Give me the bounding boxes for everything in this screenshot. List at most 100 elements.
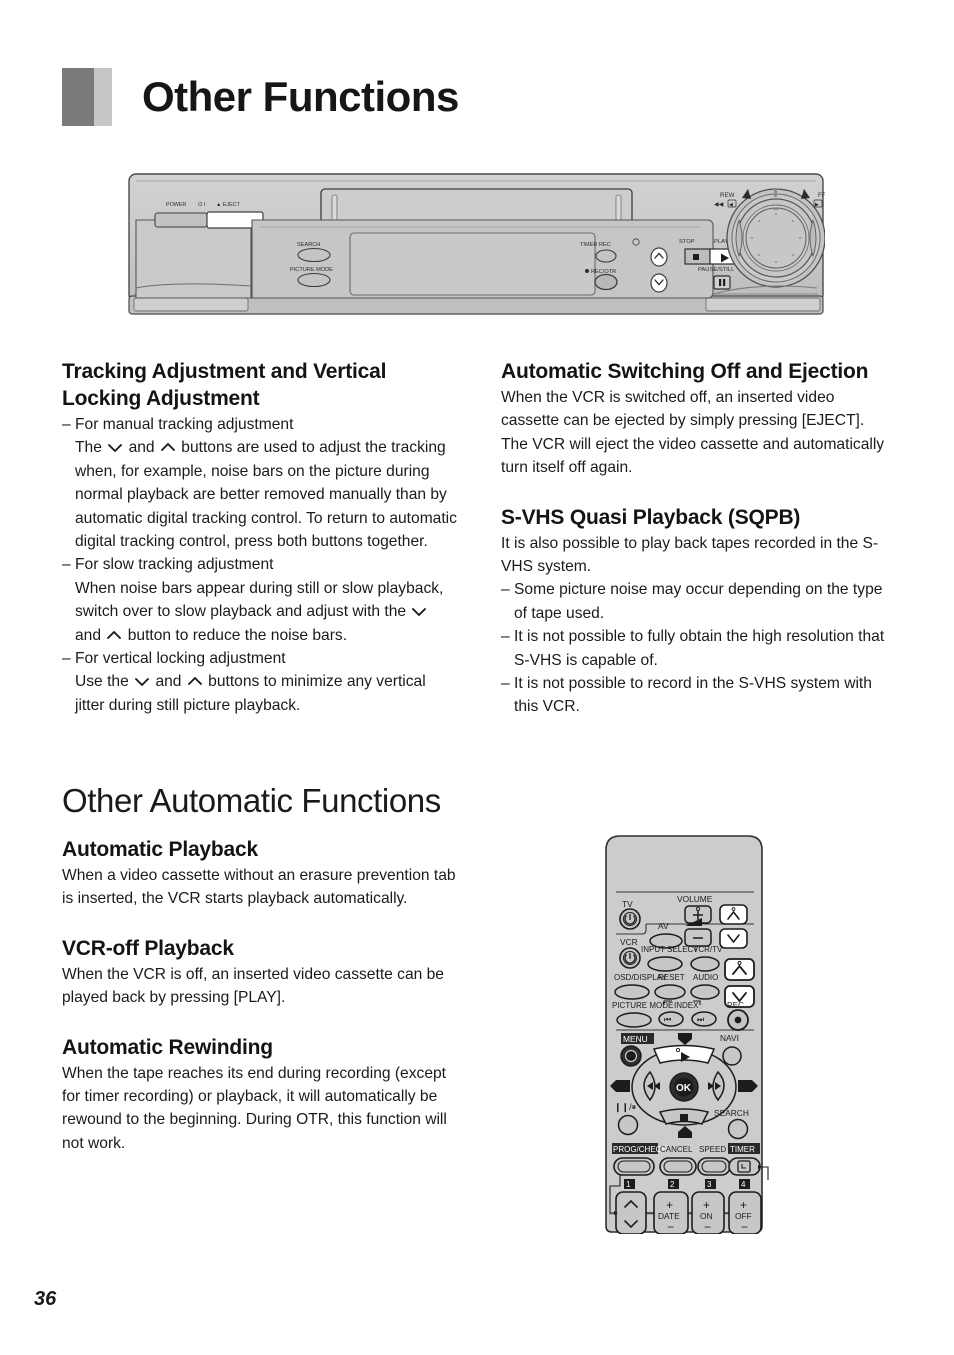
- vcr-label-picture-mode: PICTURE MODE: [290, 267, 333, 273]
- remote-label-tv: TV: [622, 899, 633, 909]
- remote-control-illustration: TV VOLUME AV VCR INPUT SELECT VCR/TV OSD…: [592, 834, 776, 1234]
- right-text-column: Automatic Switching Off and Ejection Whe…: [501, 358, 893, 719]
- svg-text:−: −: [667, 1220, 674, 1234]
- svg-text:⏻ I: ⏻ I: [198, 201, 205, 208]
- vcr-label-play: PLAY: [714, 239, 729, 245]
- lower-text-column: Automatic Playback When a video cassette…: [62, 836, 462, 1155]
- list-item-text: Some picture noise may occur depending o…: [514, 581, 883, 622]
- vcr-label-rew: REW: [720, 192, 735, 199]
- vcr-label-pause-still: PAUSE/STILL: [698, 267, 735, 273]
- dash-marker: –: [501, 628, 510, 646]
- svg-text:▶: ▶: [815, 202, 819, 208]
- list-item-body-mid: and: [155, 673, 182, 691]
- remote-label-vcr: VCR: [620, 937, 638, 947]
- automatic-rewinding-heading: Automatic Rewinding: [62, 1035, 273, 1059]
- remote-label-rec: REC: [727, 1001, 744, 1010]
- page-number: 36: [34, 1288, 57, 1310]
- automatic-rewinding-body: When the tape reaches its end during rec…: [62, 1064, 447, 1152]
- chevron-down-icon: [411, 601, 427, 617]
- svg-text:+: +: [740, 1198, 747, 1212]
- list-item-body-mid: and: [75, 626, 102, 644]
- remote-label-num3: 3: [707, 1180, 712, 1189]
- list-item-body-before: When noise bars appear during still or s…: [75, 579, 444, 621]
- left-text-column: Tracking Adjustment and Vertical Locking…: [62, 358, 458, 717]
- list-item: – For vertical locking adjustment Use the…: [62, 647, 458, 717]
- remote-label-num1: 1: [626, 1180, 631, 1189]
- remote-label-menu: MENU: [623, 1034, 648, 1044]
- list-item-body-after: button to reduce the noise bars.: [127, 626, 348, 644]
- chevron-up-icon: [106, 625, 122, 639]
- left-column-heading: Tracking Adjustment and Vertical Locking…: [62, 360, 387, 410]
- vcr-label-rec-otr: REC/OTR: [591, 269, 616, 275]
- list-item: – For manual tracking adjustment The and …: [62, 413, 458, 553]
- remote-label-input-select: INPUT SELECT: [641, 945, 698, 954]
- remote-label-audio: AUDIO: [693, 973, 718, 982]
- page-title-bar: Other Functions: [62, 66, 459, 128]
- index-forward-icon: ⏭: [697, 1015, 704, 1024]
- remote-label-index: INDEX: [674, 1001, 699, 1010]
- remote-label-speed: SPEED: [699, 1145, 726, 1154]
- title-accent-block-light: [94, 68, 112, 126]
- list-item-title: For slow tracking adjustment: [75, 556, 274, 574]
- chevron-down-icon: [134, 671, 150, 687]
- list-item: – Some picture noise may occur depending …: [501, 578, 893, 625]
- remote-label-ok: OK: [676, 1083, 692, 1094]
- vcr-label-timer-rec: TIMER REC: [580, 242, 611, 248]
- dash-marker: –: [501, 581, 510, 599]
- remote-label-cancel: CANCEL: [660, 1145, 693, 1154]
- remote-label-av: AV: [658, 921, 669, 931]
- remote-label-search: SEARCH: [714, 1108, 749, 1118]
- index-rewind-icon: ⏮: [664, 1015, 671, 1024]
- remote-label-reset: RESET: [658, 973, 685, 982]
- vcr-label-stop: STOP: [679, 239, 695, 245]
- remote-label-vcr-tv: VCR/TV: [693, 945, 723, 954]
- vcr-label-power: POWER: [166, 202, 186, 208]
- list-item-text: It is not possible to record in the S-VH…: [514, 675, 872, 716]
- vcr-label-ff: FF: [818, 192, 825, 199]
- dash-marker: –: [501, 675, 510, 693]
- remote-label-timer: TIMER: [730, 1145, 755, 1154]
- vcr-label-search: SEARCH: [297, 242, 320, 248]
- other-automatic-functions-heading: Other Automatic Functions: [62, 782, 441, 819]
- svg-text:−: −: [704, 1220, 711, 1234]
- page-title: Other Functions: [142, 73, 459, 120]
- list-item: – It is not possible to record in the S-V…: [501, 672, 893, 719]
- sqpb-body: It is also possible to play back tapes r…: [501, 534, 879, 576]
- dash-marker: –: [62, 416, 71, 433]
- svg-text:+: +: [703, 1198, 710, 1212]
- svg-text:◀◀: ◀◀: [714, 201, 724, 208]
- auto-switching-heading: Automatic Switching Off and Ejection: [501, 360, 869, 383]
- remote-label-num2: 2: [670, 1180, 675, 1189]
- svg-text:◀: ◀: [729, 202, 733, 208]
- vcr-label-eject: ▲ EJECT: [216, 202, 241, 208]
- vcr-off-playback-body: When the VCR is off, an inserted video c…: [62, 965, 444, 1007]
- chevron-down-icon: [107, 437, 123, 453]
- list-item-body-before: Use the: [75, 673, 129, 691]
- list-item: – For slow tracking adjustment When noise…: [62, 553, 458, 647]
- auto-switching-body: When the VCR is switched off, an inserte…: [501, 389, 885, 477]
- list-item-title: For manual tracking adjustment: [75, 416, 294, 433]
- dash-marker: –: [62, 650, 71, 668]
- list-item: – It is not possible to fully obtain the …: [501, 625, 893, 672]
- slow-pause-icon: ❙❙/⏸: [614, 1102, 636, 1113]
- chevron-up-icon: [160, 437, 176, 452]
- sqpb-bullet-list: – Some picture noise may occur depending …: [501, 578, 893, 718]
- automatic-playback-body: When a video cassette without an erasure…: [62, 867, 456, 908]
- list-item-text: It is not possible to fully obtain the h…: [514, 628, 885, 669]
- list-item-body-mid: and: [128, 439, 155, 457]
- automatic-playback-heading: Automatic Playback: [62, 838, 258, 861]
- dash-marker: –: [62, 556, 71, 574]
- remote-label-navi: NAVI: [720, 1033, 739, 1043]
- vcr-front-panel-illustration: POWER ⏻ I ▲ EJECT SEARCH PICTURE MODE TI…: [128, 170, 825, 320]
- remote-label-num4: 4: [741, 1180, 746, 1189]
- remote-label-volume: VOLUME: [677, 894, 713, 904]
- tracking-adjustment-list: – For manual tracking adjustment The and …: [62, 413, 458, 717]
- list-item-body-before: The: [75, 439, 102, 457]
- vcr-off-playback-heading: VCR-off Playback: [62, 936, 234, 960]
- title-accent-block-dark: [62, 68, 94, 126]
- chevron-up-icon: [187, 671, 203, 686]
- sqpb-heading: S-VHS Quasi Playback (SQPB): [501, 505, 801, 529]
- list-item-title: For vertical locking adjustment: [75, 650, 286, 668]
- svg-text:+: +: [666, 1198, 673, 1212]
- svg-text:−: −: [741, 1220, 748, 1234]
